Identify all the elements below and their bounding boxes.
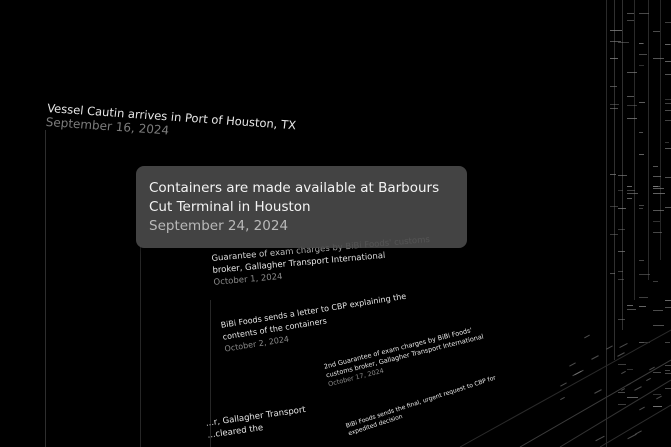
tooltip-date: September 24, 2024 bbox=[149, 218, 289, 234]
event-tooltip-card[interactable]: Containers are made available at Barbour… bbox=[136, 166, 467, 248]
tooltip-title: Containers are made available at Barbour… bbox=[149, 180, 440, 215]
timeline-stage: Vessel Cautin arrives in Port of Houston… bbox=[0, 0, 671, 447]
